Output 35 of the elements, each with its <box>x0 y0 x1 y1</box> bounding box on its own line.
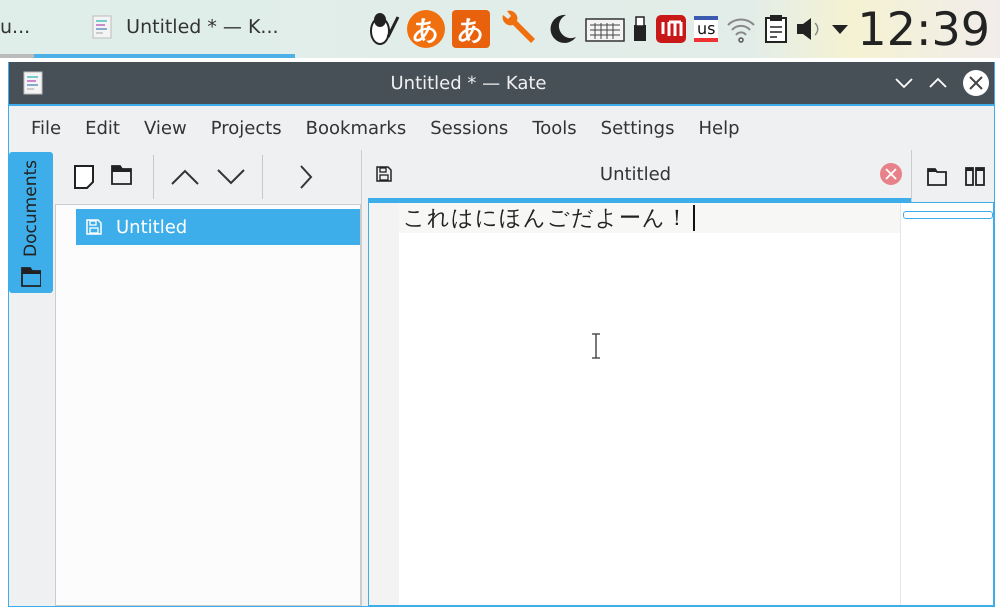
window-title: Untitled * — Kate <box>389 72 548 94</box>
usb-drive-icon[interactable] <box>632 15 648 43</box>
menu-item[interactable]: Settings <box>588 118 686 138</box>
menu-item[interactable]: Bookmarks <box>294 118 418 138</box>
text-cursor-icon <box>591 333 601 359</box>
minimize-icon[interactable] <box>894 76 914 90</box>
split-view-icon[interactable] <box>964 165 986 187</box>
menu-item[interactable]: Edit <box>73 118 132 138</box>
chevron-down-icon[interactable] <box>216 168 246 186</box>
document-icon <box>92 15 112 39</box>
menu-item[interactable]: Help <box>686 118 752 138</box>
text-cursor <box>693 205 695 231</box>
text-line: これはにほんごだよーん！ <box>403 205 689 233</box>
chevron-up-icon[interactable] <box>170 168 200 186</box>
menu-item[interactable]: Sessions <box>418 118 520 138</box>
save-icon <box>86 219 102 235</box>
new-tab-icon[interactable] <box>926 165 948 187</box>
maximize-icon[interactable] <box>928 76 948 90</box>
close-icon[interactable] <box>962 69 990 97</box>
keyboard-layout-indicator[interactable]: us <box>694 16 718 42</box>
caret-icon[interactable] <box>830 23 850 35</box>
menu-item[interactable]: Tools <box>520 118 589 138</box>
save-icon <box>376 166 392 182</box>
taskbar-task[interactable]: Untitled * — K... <box>34 0 295 58</box>
menu-item[interactable]: File <box>19 118 74 138</box>
menu-item[interactable]: View <box>132 118 199 138</box>
side-tab[interactable]: Documents <box>9 152 53 293</box>
new-document-icon[interactable] <box>73 164 95 190</box>
folder-icon <box>21 266 41 287</box>
clipboard-icon[interactable] <box>764 14 788 44</box>
document-icon <box>23 71 43 95</box>
clock[interactable]: 12:39 <box>857 2 990 56</box>
taskbar-task[interactable]: u... <box>0 0 34 58</box>
chevron-right-icon[interactable] <box>299 164 313 190</box>
menu-item[interactable]: Projects <box>198 118 294 138</box>
